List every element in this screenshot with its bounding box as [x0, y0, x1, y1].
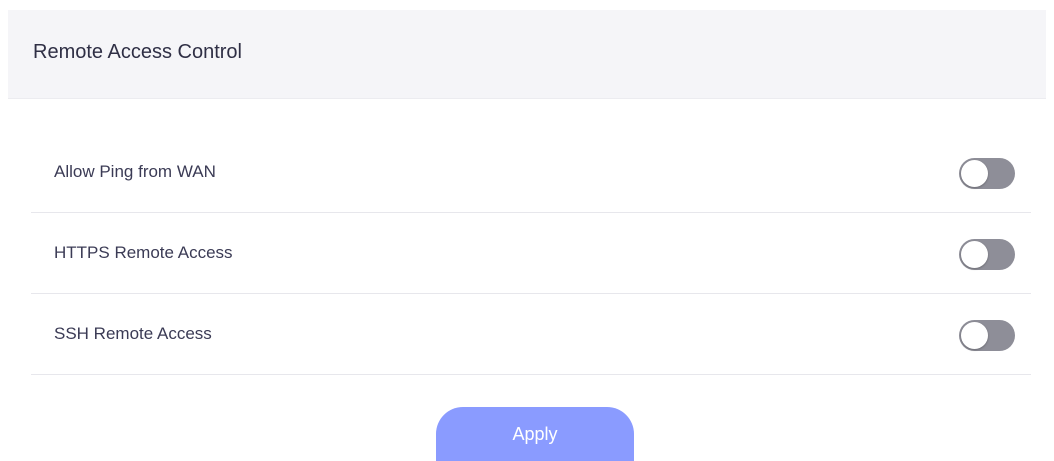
- toggle-knob: [961, 241, 988, 268]
- setting-label-ping-wan: Allow Ping from WAN: [54, 162, 216, 181]
- setting-label-ssh-remote: SSH Remote Access: [54, 324, 212, 343]
- setting-row-ping-wan: Allow Ping from WAN: [31, 132, 1031, 213]
- ssh-remote-toggle[interactable]: [959, 320, 1015, 351]
- setting-row-https-remote: HTTPS Remote Access: [31, 213, 1031, 294]
- https-remote-toggle[interactable]: [959, 239, 1015, 270]
- ping-wan-toggle[interactable]: [959, 158, 1015, 189]
- panel-header: Remote Access Control: [8, 10, 1046, 99]
- toggle-knob: [961, 322, 988, 349]
- page-title: Remote Access Control: [33, 41, 242, 63]
- setting-label-https-remote: HTTPS Remote Access: [54, 243, 233, 262]
- toggle-knob: [961, 160, 988, 187]
- setting-row-ssh-remote: SSH Remote Access: [31, 294, 1031, 375]
- remote-access-panel: Remote Access Control Allow Ping from WA…: [8, 10, 1046, 461]
- apply-button[interactable]: Apply: [436, 407, 634, 461]
